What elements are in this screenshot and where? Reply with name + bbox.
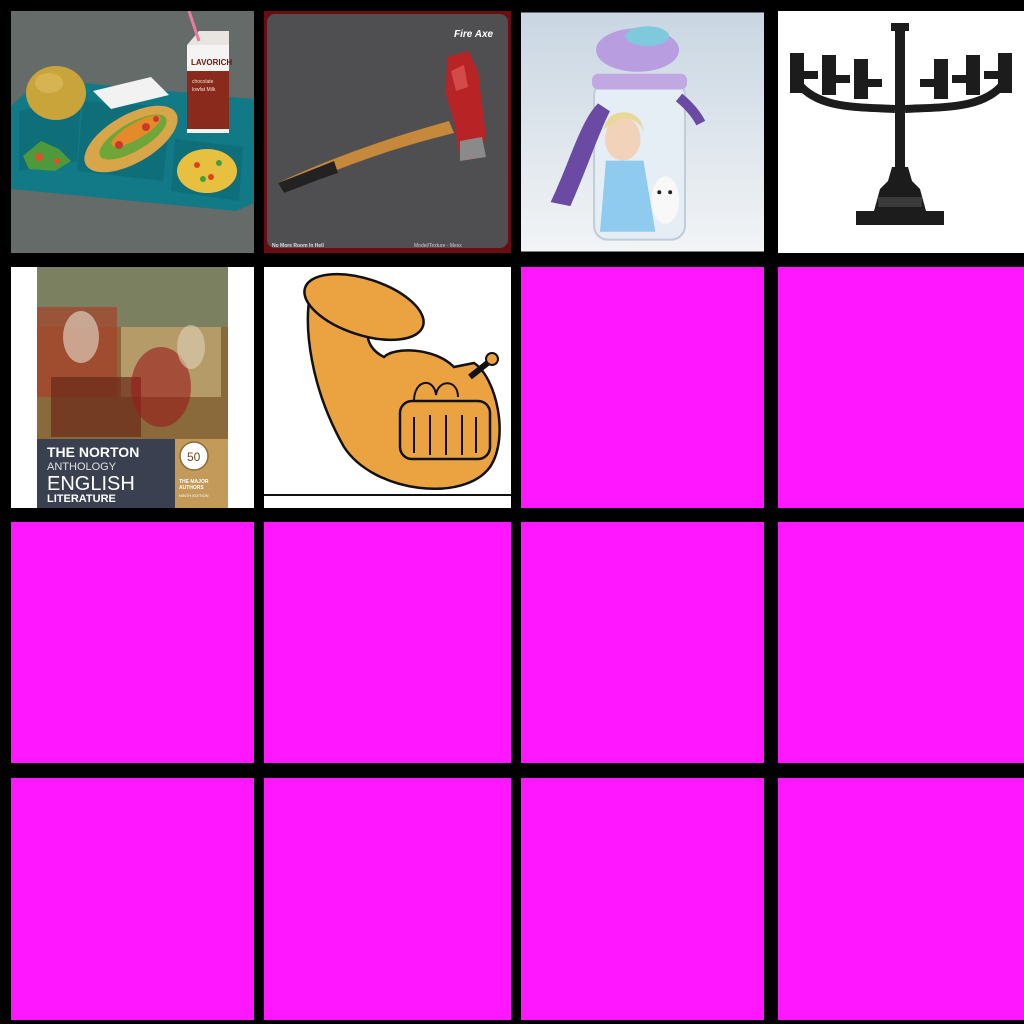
tile-water-bottle[interactable] [521,11,764,253]
empty-tile [264,522,511,763]
image-grid: LAVORICH chocolate lowfat Milk Fire Axe … [0,0,1024,1024]
fire-axe-image: Fire Axe No More Room In Hell Model/Text… [264,11,511,253]
empty-tile [521,778,764,1020]
empty-tile [11,522,254,763]
empty-tile [778,522,1024,763]
fire-axe-footer-right: Model/Texture - Mexx [414,243,462,249]
empty-tile [521,267,764,508]
tile-fire-axe[interactable]: Fire Axe No More Room In Hell Model/Text… [264,11,511,253]
water-bottle-image [521,12,764,252]
menorah-image [778,11,1024,253]
tile-tuba[interactable] [264,267,511,508]
book-title-line-4: LITERATURE [47,493,116,505]
book-badge: 50 [187,450,201,464]
tile-menorah[interactable] [778,11,1024,253]
empty-tile [778,778,1024,1020]
milk-line-2: lowfat Milk [192,87,216,93]
tile-book-cover[interactable]: THE NORTON ANTHOLOGY ENGLISH LITERATURE … [11,267,254,508]
fire-axe-caption: Fire Axe [454,29,494,40]
empty-tile [778,267,1024,508]
tuba-image [264,267,511,508]
book-title-line-2: ANTHOLOGY [47,461,117,473]
lunch-tray-image: LAVORICH chocolate lowfat Milk [11,11,254,253]
book-cover-image: THE NORTON ANTHOLOGY ENGLISH LITERATURE … [11,267,254,508]
empty-tile [11,778,254,1020]
book-title-line-1: THE NORTON [47,444,139,460]
book-edition: NINTH EDITION [179,493,209,498]
fire-axe-footer-left: No More Room In Hell [272,243,325,249]
milk-line-1: chocolate [192,79,214,85]
tile-lunch-tray[interactable]: LAVORICH chocolate lowfat Milk [11,11,254,253]
book-subtitle-line-2: AUTHORS [179,485,204,491]
empty-tile [521,522,764,763]
empty-tile [264,778,511,1020]
book-title-line-3: ENGLISH [47,473,135,495]
milk-brand: LAVORICH [191,58,232,67]
